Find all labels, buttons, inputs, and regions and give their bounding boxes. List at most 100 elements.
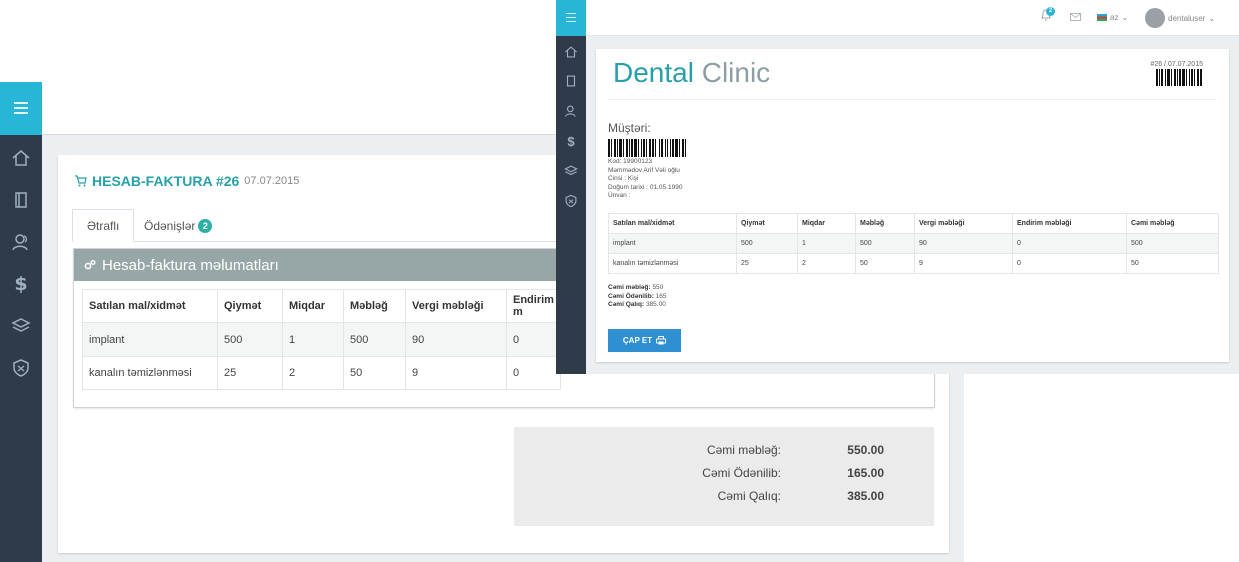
table-cell: 25 bbox=[736, 253, 798, 274]
shield-icon bbox=[13, 359, 29, 377]
table-cell: 0 bbox=[506, 322, 561, 357]
summary-value: 385.00 bbox=[847, 489, 884, 503]
print-button[interactable]: ÇAP ET bbox=[608, 329, 681, 352]
home-icon bbox=[565, 46, 577, 58]
table-cell: 50 bbox=[855, 253, 915, 274]
table-cell: 0 bbox=[506, 356, 561, 390]
sidebar-item-home[interactable] bbox=[0, 143, 42, 173]
sidebar: $ bbox=[556, 0, 586, 374]
sidebar-toggle-button[interactable] bbox=[556, 0, 586, 36]
customer-code: Kod: 19900123 bbox=[608, 158, 653, 165]
column-header: Qiymət bbox=[217, 289, 283, 323]
invoice-barcode bbox=[1156, 69, 1209, 86]
sidebar-item-layers[interactable] bbox=[556, 161, 586, 181]
due-value: 385.00 bbox=[645, 301, 666, 309]
column-header: Qiymət bbox=[736, 213, 798, 234]
customer-address: Ünvan : bbox=[608, 192, 631, 200]
paid-amount-line: Cəmi Ödənilib: 165 bbox=[608, 293, 667, 302]
table-cell: 90 bbox=[405, 322, 507, 357]
table-cell: 50 bbox=[1126, 253, 1219, 274]
sidebar-item-records[interactable] bbox=[556, 71, 586, 91]
table-row: implant 500 1 500 90 0 500 bbox=[608, 233, 1219, 254]
print-button-label: ÇAP ET bbox=[622, 336, 653, 345]
sidebar-item-finance[interactable]: $ bbox=[556, 131, 586, 151]
invoice-items-table: Satılan mal/xidmət Qiymət Miqdar Məbləğ … bbox=[608, 213, 1219, 274]
shield-icon bbox=[565, 194, 577, 208]
top-navbar: 2 az ⌄ dentaluser ⌄ bbox=[556, 0, 1239, 36]
summary-label: Cəmi məbləğ: bbox=[706, 443, 781, 457]
paid-value: 165 bbox=[655, 292, 667, 300]
summary-label: Cəmi Qalıq: bbox=[717, 489, 781, 503]
table-cell: 50 bbox=[343, 356, 406, 390]
customer-details: Kod: 19900123 Məmmədov Arif Vəli oğlu Ci… bbox=[608, 158, 682, 201]
invoice-totals: Cəmi məbləğ: 550 Cəmi Ödənilib: 165 Cəmi… bbox=[608, 284, 667, 310]
language-selector[interactable]: az ⌄ bbox=[1097, 13, 1128, 22]
table-cell: kanalın təmizlənməsi bbox=[608, 253, 737, 274]
due-amount-line: Cəmi Qalıq: 385.00 bbox=[608, 301, 667, 310]
column-header: Satılan mal/xidmət bbox=[608, 213, 737, 234]
paid-label: Cəmi Ödənilib: bbox=[608, 292, 654, 300]
sidebar-item-layers[interactable] bbox=[0, 311, 42, 341]
avatar bbox=[1145, 8, 1165, 28]
mail-icon bbox=[1070, 13, 1081, 21]
table-cell: implant bbox=[82, 322, 218, 357]
table-cell: 90 bbox=[914, 233, 1013, 254]
column-header: Vergi məbləği bbox=[405, 289, 507, 323]
sidebar-toggle-button[interactable] bbox=[0, 82, 42, 135]
flag-icon bbox=[1097, 14, 1107, 21]
column-header: Endirim məbləği bbox=[1012, 213, 1127, 234]
table-cell: 1 bbox=[282, 322, 344, 357]
sidebar-item-records[interactable] bbox=[0, 185, 42, 215]
tab-payments[interactable]: Ödənişlər 2 bbox=[130, 209, 226, 242]
summary-value: 165.00 bbox=[847, 466, 884, 480]
table-cell: 500 bbox=[1126, 233, 1219, 254]
printable-invoice: Dental Clinic #26 / 07.07.2015 Müştəri: … bbox=[596, 49, 1229, 362]
sidebar-item-home[interactable] bbox=[556, 42, 586, 62]
header-divider bbox=[608, 99, 1217, 100]
table-cell: 2 bbox=[797, 253, 856, 274]
user-menu[interactable]: dentaluser ⌄ bbox=[1145, 8, 1215, 28]
tab-details[interactable]: Ətraflı bbox=[72, 209, 135, 242]
invoice-reference: #26 / 07.07.2015 bbox=[1150, 61, 1203, 68]
total-amount-line: Cəmi məbləğ: 550 bbox=[608, 284, 667, 293]
sidebar-item-security[interactable] bbox=[0, 353, 42, 383]
sidebar-item-finance[interactable]: $ bbox=[0, 269, 42, 299]
customer-gender: Cinsi : Kişi bbox=[608, 175, 639, 183]
brand-primary: Dental bbox=[613, 57, 694, 88]
notifications-button[interactable]: 2 bbox=[1040, 7, 1055, 22]
column-header: Miqdar bbox=[282, 289, 344, 323]
cart-icon bbox=[75, 175, 87, 187]
sidebar-item-patients[interactable] bbox=[556, 101, 586, 121]
column-header: Satılan mal/xidmət bbox=[82, 289, 218, 323]
dollar-icon: $ bbox=[567, 133, 575, 149]
total-value: 550 bbox=[652, 284, 664, 291]
summary-paid-row: Cəmi Ödənilib: 165.00 bbox=[514, 466, 934, 484]
print-icon bbox=[656, 336, 667, 345]
column-header: Vergi məbləği bbox=[914, 213, 1013, 234]
table-cell: 0 bbox=[1012, 233, 1127, 254]
table-cell: 1 bbox=[797, 233, 856, 254]
home-icon bbox=[12, 150, 30, 166]
users-icon bbox=[564, 105, 576, 117]
table-row: kanalın təmizlənməsi 25 2 50 9 0 50 bbox=[608, 253, 1219, 274]
column-header: Endirim m bbox=[506, 289, 561, 323]
summary-value: 550.00 bbox=[847, 443, 884, 457]
messages-button[interactable] bbox=[1070, 13, 1081, 21]
brand-secondary: Clinic bbox=[701, 57, 771, 88]
sidebar: $ bbox=[0, 82, 42, 562]
sidebar-item-security[interactable] bbox=[556, 191, 586, 211]
tab-label: Ətraflı bbox=[87, 218, 120, 233]
column-header: Miqdar bbox=[797, 213, 856, 234]
users-icon bbox=[12, 234, 28, 251]
summary-due-row: Cəmi Qalıq: 385.00 bbox=[514, 489, 934, 507]
sidebar-item-patients[interactable] bbox=[0, 227, 42, 257]
table-row: kanalın təmizlənməsi 25 2 50 9 0 bbox=[82, 356, 561, 390]
column-header: Məbləğ bbox=[855, 213, 915, 234]
invoice-date: 07.07.2015 bbox=[244, 175, 300, 187]
language-label: az bbox=[1110, 13, 1119, 22]
tab-label: Ödənişlər bbox=[144, 218, 196, 233]
due-label: Cəmi Qalıq: bbox=[608, 301, 645, 309]
invoice-number: HESAB-FAKTURA #26 bbox=[92, 173, 240, 189]
customer-barcode bbox=[608, 139, 708, 157]
table-cell: kanalın təmizlənməsi bbox=[82, 356, 218, 390]
